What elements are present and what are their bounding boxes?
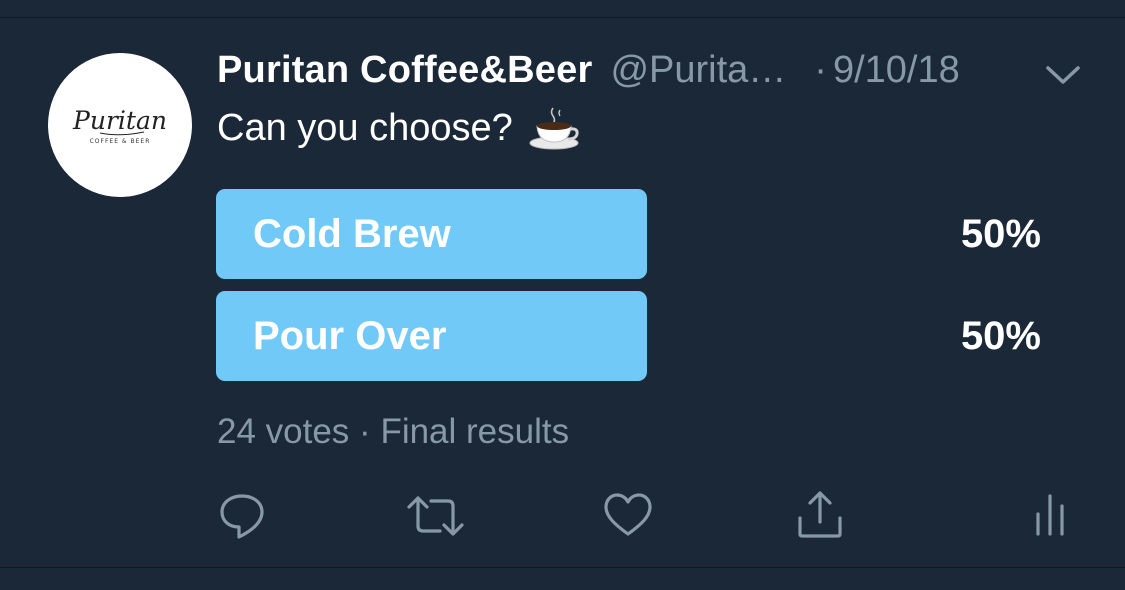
next-item-area — [0, 568, 1125, 590]
timestamp[interactable]: 9/10/18 — [833, 49, 960, 92]
tweet-card: Puritan COFFEE & BEER Puritan Coffee&Bee… — [0, 0, 1125, 590]
share-icon[interactable] — [792, 488, 848, 544]
avatar[interactable]: Puritan COFFEE & BEER — [48, 53, 192, 197]
poll-option-percent: 50% — [960, 314, 1041, 358]
poll-option-pour-over: Pour Over 50% — [216, 291, 1121, 381]
tweet-text-content: Can you choose? — [217, 107, 513, 149]
poll-option-percent: 50% — [960, 212, 1041, 256]
top-divider — [0, 17, 1125, 18]
poll-option-label: Cold Brew — [253, 212, 451, 256]
logo-text: Puritan — [72, 106, 167, 135]
puritan-logo: Puritan COFFEE & BEER — [72, 106, 167, 145]
poll-meta-separator: · — [359, 412, 371, 451]
header-separator: · — [814, 48, 827, 91]
logo-subtext: COFFEE & BEER — [90, 138, 151, 145]
tweet-header: Puritan Coffee&Beer @Purita… · 9/10/18 — [217, 44, 1087, 96]
like-icon[interactable] — [600, 488, 656, 544]
poll-option-label: Pour Over — [253, 314, 447, 358]
poll-option-cold-brew: Cold Brew 50% — [216, 189, 1121, 279]
coffee-cup-emoji-icon — [527, 104, 583, 152]
vote-count: 24 votes — [217, 412, 350, 451]
chevron-down-icon[interactable] — [1044, 60, 1082, 90]
poll-status: Final results — [380, 412, 570, 451]
analytics-icon[interactable] — [1028, 488, 1084, 544]
poll-meta: 24 votes · Final results — [217, 408, 569, 456]
display-name[interactable]: Puritan Coffee&Beer — [217, 49, 592, 92]
reply-icon[interactable] — [215, 488, 271, 544]
handle[interactable]: @Purita… — [610, 49, 786, 92]
retweet-icon[interactable] — [406, 488, 464, 544]
tweet-text: Can you choose? — [217, 102, 583, 154]
